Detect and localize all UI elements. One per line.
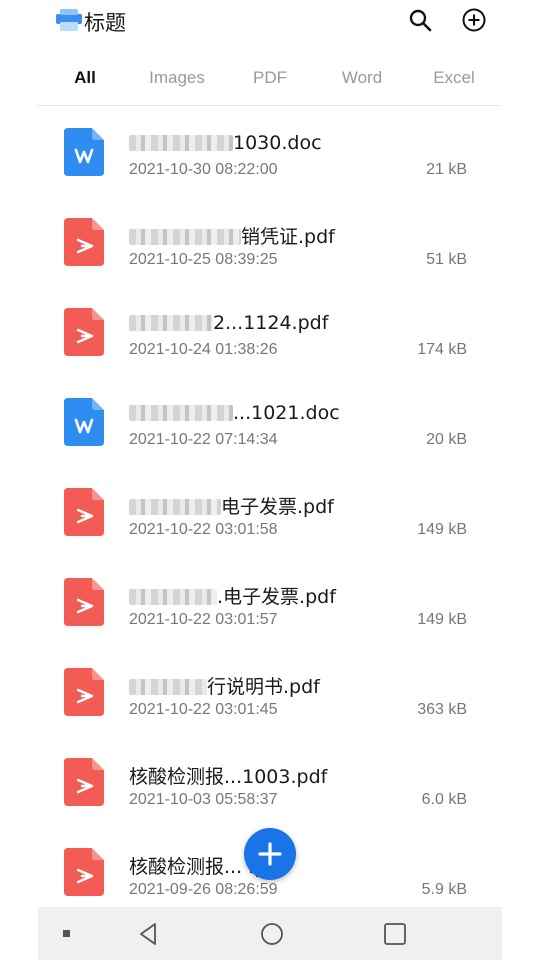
file-name: .电子发票.pdf	[129, 582, 336, 609]
recent-apps-icon[interactable]	[382, 921, 408, 947]
file-name: ...1021.doc	[129, 402, 340, 424]
file-row[interactable]: 核酸检测报...1003.pdf 2021-10-03 05:58:37 6.0 k…	[0, 742, 540, 832]
word-doc-icon	[64, 398, 104, 446]
home-icon[interactable]	[259, 921, 285, 947]
pdf-file-icon	[64, 848, 104, 896]
file-size: 20 kB	[426, 431, 467, 448]
pdf-file-icon	[64, 668, 104, 716]
tab-images[interactable]: Images	[132, 68, 222, 88]
file-name: 电子发票.pdf	[129, 492, 334, 519]
file-date: 2021-09-26 08:26:59	[129, 881, 278, 898]
system-navigation-bar	[38, 907, 502, 960]
file-date: 2021-10-30 08:22:00	[129, 161, 278, 178]
file-row[interactable]: ...1021.doc 2021-10-22 07:14:34 20 kB	[0, 382, 540, 472]
tab-excel[interactable]: Excel	[409, 68, 499, 88]
file-row[interactable]: 行说明书.pdf 2021-10-22 03:01:45 363 kB	[0, 652, 540, 742]
pdf-file-icon	[64, 758, 104, 806]
file-name: 行说明书.pdf	[129, 672, 320, 699]
file-size: 174 kB	[417, 341, 467, 358]
file-date: 2021-10-22 03:01:57	[129, 611, 278, 628]
file-list: 1030.doc 2021-10-30 08:22:00 21 kB 销凭证.pdf 2…	[0, 112, 540, 907]
file-date: 2021-10-03 05:58:37	[129, 791, 278, 808]
plus-icon	[258, 842, 282, 866]
tab-word[interactable]: Word	[317, 68, 407, 88]
file-name: 核酸检测报...1003.pdf	[129, 766, 328, 788]
file-row[interactable]: 销凭证.pdf 2021-10-25 08:39:25 51 kB	[0, 202, 540, 292]
file-row[interactable]: 2...1124.pdf 2021-10-24 01:38:26 174 kB	[0, 292, 540, 382]
redacted-text	[129, 589, 217, 605]
redacted-text	[129, 679, 207, 695]
search-icon[interactable]	[406, 6, 434, 34]
redacted-text	[129, 499, 221, 515]
file-row[interactable]: 电子发票.pdf 2021-10-22 03:01:58 149 kB	[0, 472, 540, 562]
file-size: 363 kB	[417, 701, 467, 718]
back-icon[interactable]	[136, 921, 162, 947]
file-date: 2021-10-22 07:14:34	[129, 431, 278, 448]
file-date: 2021-10-22 03:01:45	[129, 701, 278, 718]
pdf-file-icon	[64, 488, 104, 536]
file-name: 1030.doc	[129, 132, 322, 154]
file-date: 2021-10-22 03:01:58	[129, 521, 278, 538]
file-size: 51 kB	[426, 251, 467, 268]
file-date: 2021-10-24 01:38:26	[129, 341, 278, 358]
file-name: 2...1124.pdf	[129, 312, 328, 334]
file-size: 149 kB	[417, 521, 467, 538]
redacted-text	[129, 135, 233, 151]
word-doc-icon	[64, 128, 104, 176]
file-size: 5.9 kB	[421, 881, 467, 898]
file-size: 21 kB	[426, 161, 467, 178]
file-size: 6.0 kB	[421, 791, 467, 808]
pdf-file-icon	[64, 308, 104, 356]
page-title: 标题	[84, 11, 126, 35]
file-name: 销凭证.pdf	[129, 222, 335, 249]
pdf-file-icon	[64, 218, 104, 266]
file-row[interactable]: 1030.doc 2021-10-30 08:22:00 21 kB	[0, 112, 540, 202]
file-size: 149 kB	[417, 611, 467, 628]
redacted-text	[129, 405, 233, 421]
file-type-tabs: All Images PDF Word Excel	[38, 64, 502, 106]
pdf-file-icon	[64, 578, 104, 626]
tab-pdf[interactable]: PDF	[225, 68, 315, 88]
app-header: 标题	[0, 0, 540, 42]
redacted-text	[129, 315, 213, 331]
menu-dot-icon[interactable]	[63, 930, 70, 937]
add-file-button[interactable]	[244, 828, 296, 880]
file-date: 2021-10-25 08:39:25	[129, 251, 278, 268]
app-logo-icon	[56, 9, 82, 31]
tab-all[interactable]: All	[40, 68, 130, 88]
redacted-text	[129, 229, 241, 245]
file-row[interactable]: .电子发票.pdf 2021-10-22 03:01:57 149 kB	[0, 562, 540, 652]
add-circle-icon[interactable]	[460, 6, 488, 34]
